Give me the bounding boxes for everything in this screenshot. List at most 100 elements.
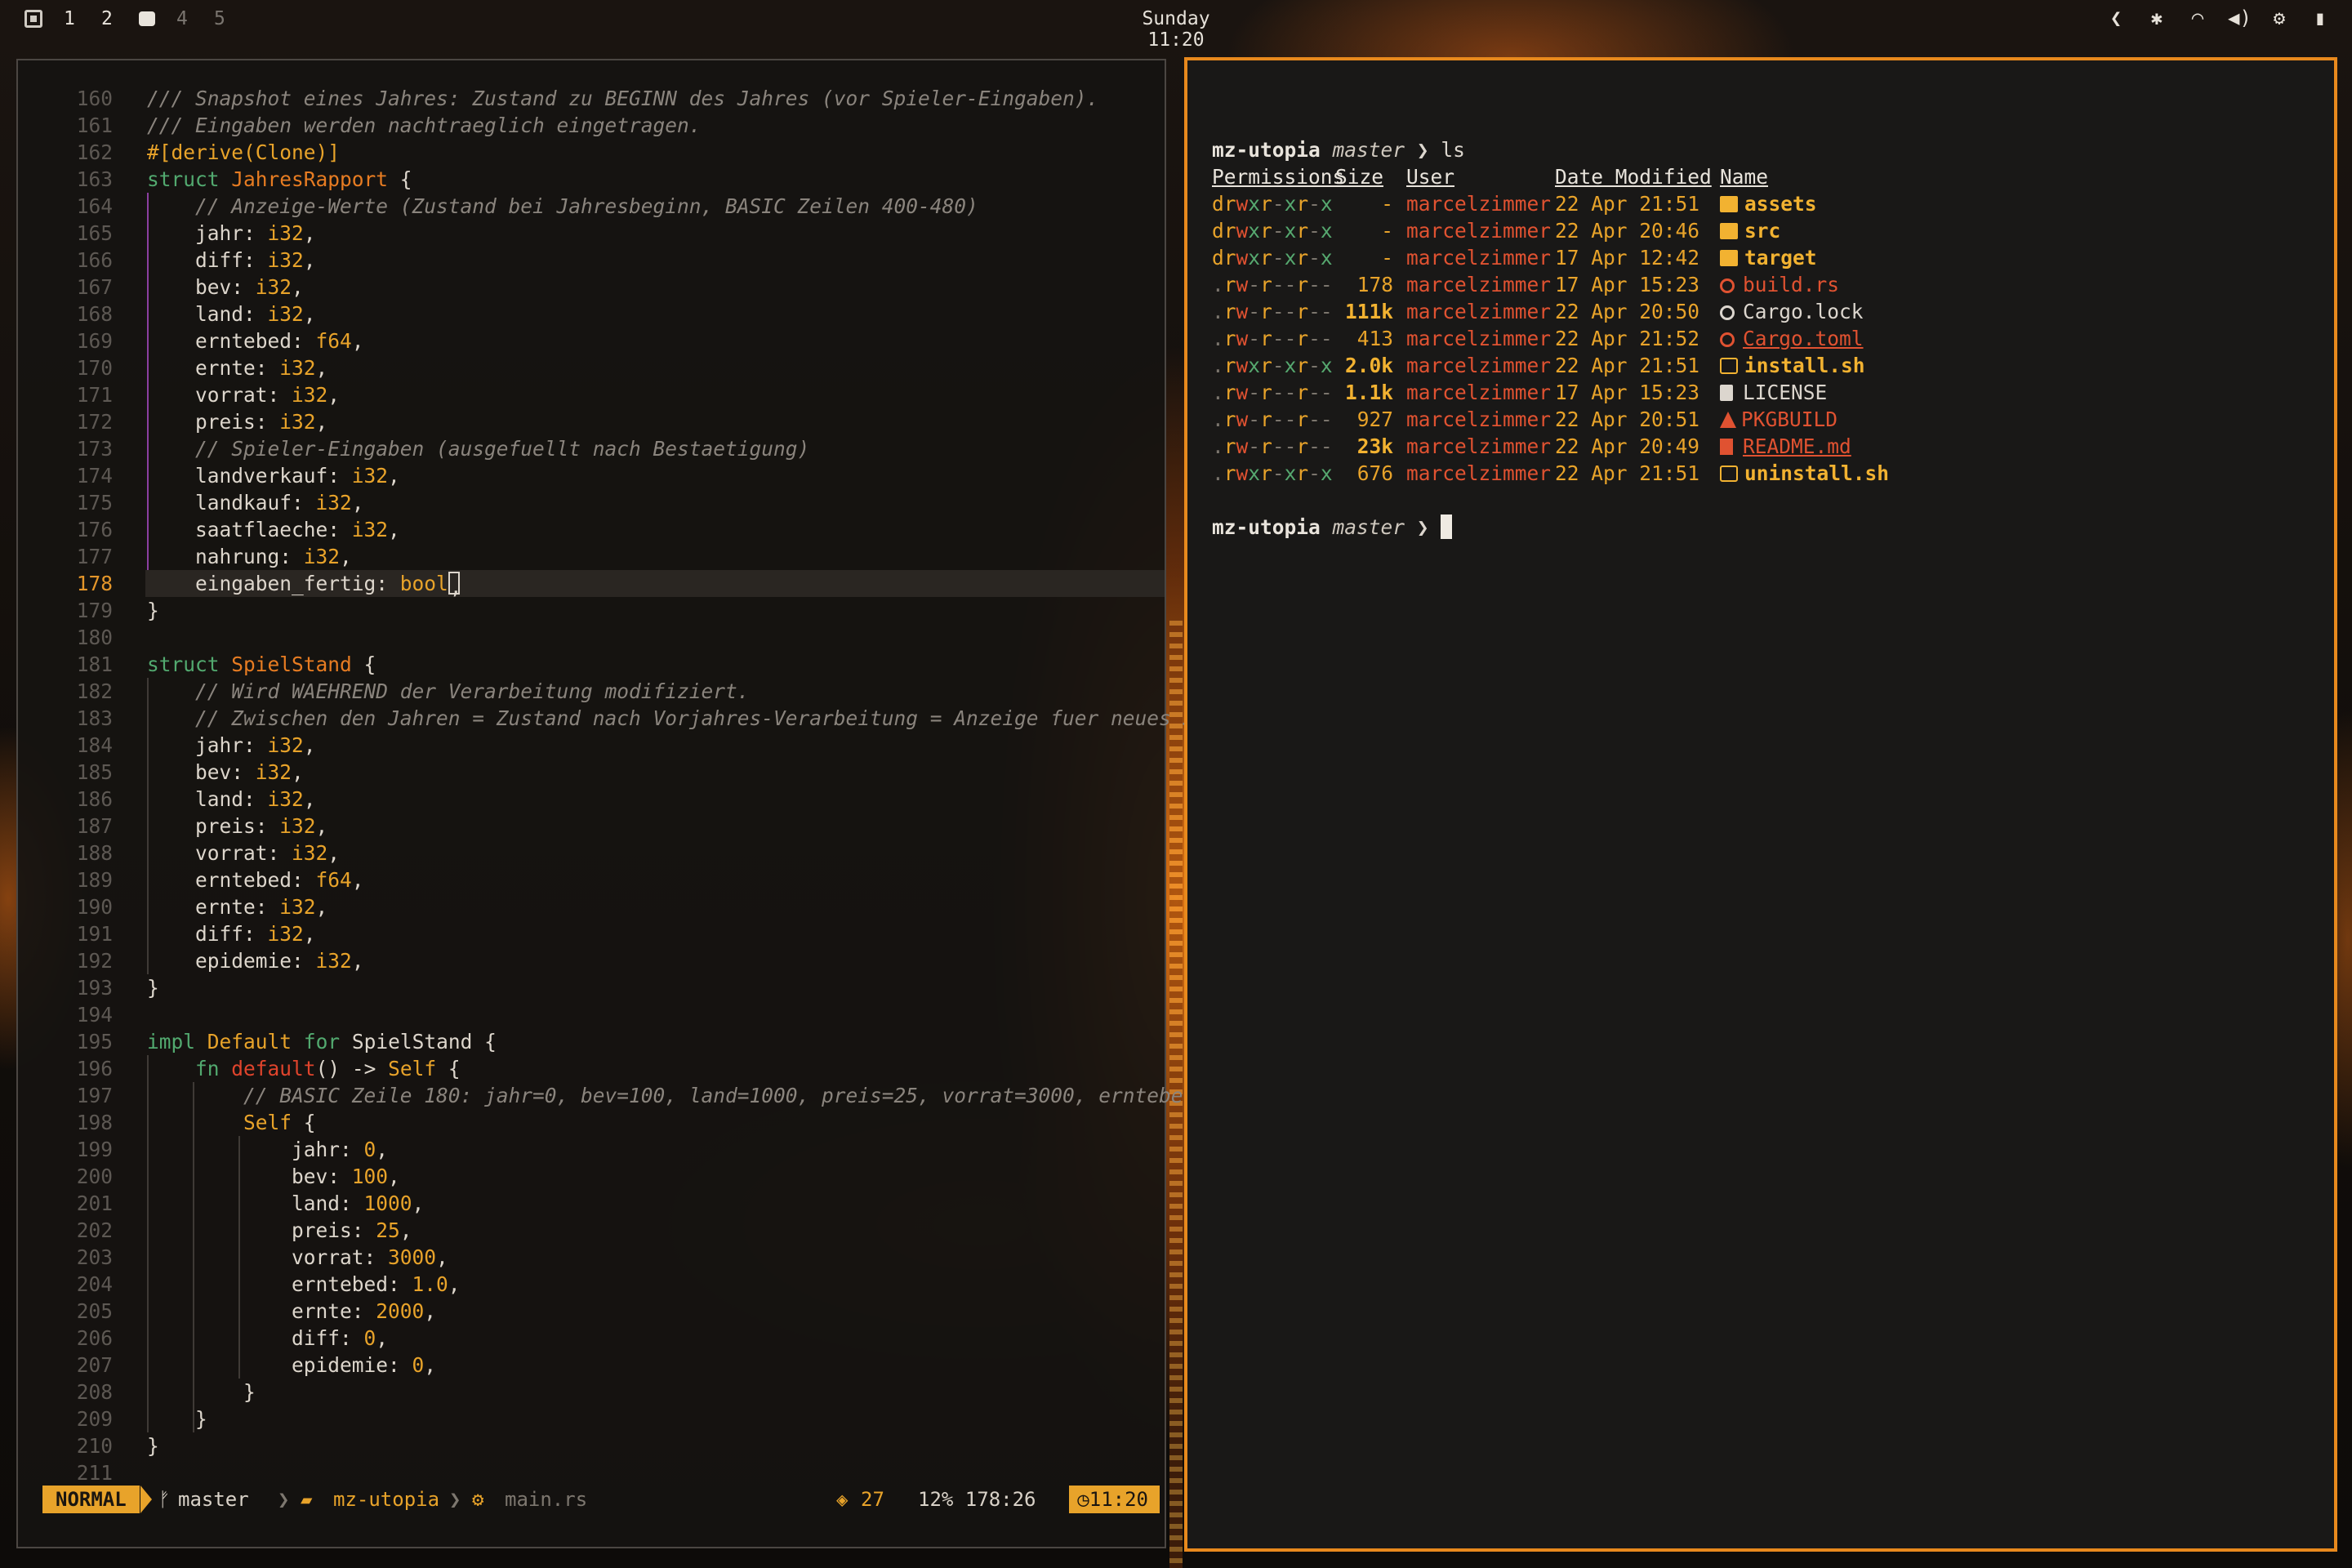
ls-row[interactable]: drwxr-xr-x - marcelzimmer 22 Apr 20:46 src [1212, 217, 1780, 244]
code-text: preis: i32, [147, 814, 328, 838]
ls-row[interactable]: .rw-r--r-- 111k marcelzimmer 22 Apr 20:50 Ca… [1212, 298, 1864, 325]
code-line[interactable]: 210} [18, 1432, 1165, 1459]
code-line[interactable]: 186 land: i32, [18, 786, 1165, 813]
code-line[interactable]: 195 impl Default for SpielStand { [18, 1028, 1165, 1055]
code-line[interactable]: 189 erntebed: f64, [18, 866, 1165, 893]
code-line[interactable]: 201 land: 1000, [18, 1190, 1165, 1217]
code-line[interactable]: 181 struct SpielStand { [18, 651, 1165, 678]
code-line[interactable]: 167 bev: i32, [18, 274, 1165, 301]
code-line[interactable]: 197 // BASIC Zeile 180: jahr=0, bev=100,… [18, 1082, 1195, 1109]
launcher-icon[interactable] [24, 10, 42, 28]
prompt-symbol: ❯ [1416, 515, 1429, 539]
code-line[interactable]: 207 epidemie: 0, [18, 1352, 1165, 1379]
code-line[interactable]: 199 jahr: 0, [18, 1136, 1165, 1163]
code-line[interactable]: 165 jahr: i32, [18, 220, 1165, 247]
ls-row[interactable]: .rwxr-xr-x 676 marcelzimmer 22 Apr 21:51 uni… [1212, 460, 1889, 487]
code-line[interactable]: 175 landkauf: i32, [18, 489, 1165, 516]
wifi-icon[interactable]: ◠ [2187, 7, 2208, 29]
code-line[interactable]: 203 vorrat: 3000, [18, 1244, 1165, 1271]
line-number: 191 [76, 922, 113, 946]
code-line[interactable]: 190 ernte: i32, [18, 893, 1165, 920]
code-line[interactable]: 198 Self { [18, 1109, 1165, 1136]
code-line[interactable]: 184 jahr: i32, [18, 732, 1165, 759]
bluetooth-icon[interactable]: ✱ [2146, 7, 2167, 29]
code-line[interactable]: 194 [18, 1001, 1165, 1028]
code-line[interactable]: 193} [18, 974, 1165, 1001]
code-line[interactable]: 168 land: i32, [18, 301, 1165, 327]
code-line[interactable]: 169 erntebed: f64, [18, 327, 1165, 354]
ls-row[interactable]: drwxr-xr-x - marcelzimmer 22 Apr 21:51 asset… [1212, 190, 1817, 217]
code-line[interactable]: 191 diff: i32, [18, 920, 1165, 947]
code-line[interactable]: 206 diff: 0, [18, 1325, 1165, 1352]
code-text: struct JahresRapport { [147, 167, 412, 191]
code-text: jahr: i32, [147, 733, 316, 757]
code-line[interactable]: 174 landverkauf: i32, [18, 462, 1165, 489]
code-line[interactable]: 162 #[derive(Clone)] [18, 139, 1165, 166]
code-line[interactable]: 179} [18, 597, 1165, 624]
ls-row[interactable]: .rwxr-xr-x 2.0k marcelzimmer 22 Apr 21:51 in… [1212, 352, 1865, 379]
ls-row[interactable]: drwxr-xr-x - marcelzimmer 17 Apr 12:42 targe… [1212, 244, 1817, 271]
code-line[interactable]: 187 preis: i32, [18, 813, 1165, 840]
workspace-2[interactable]: 2 [101, 8, 139, 29]
code-editor[interactable]: 160 /// Snapshot eines Jahres: Zustand zu… [18, 85, 1196, 1486]
ls-row[interactable]: .rw-r--r-- 413 marcelzimmer 22 Apr 21:52 Car… [1212, 325, 1864, 352]
chevron-left-icon[interactable]: ❮ [2105, 7, 2127, 29]
code-text: ernte: 2000, [147, 1299, 437, 1323]
editor-window[interactable]: 160 /// Snapshot eines Jahres: Zustand zu… [16, 59, 1196, 1548]
code-text: fn default() -> Self { [195, 1057, 461, 1080]
code-text: vorrat: i32, [147, 383, 341, 407]
code-text: // Anzeige-Werte (Zustand bei Jahresbegi… [195, 194, 978, 218]
ls-row[interactable]: .rw-r--r-- 1.1k marcelzimmer 17 Apr 15:23 LI… [1212, 379, 1827, 406]
code-line[interactable]: 211 [18, 1459, 1165, 1486]
code-line[interactable]: 172 preis: i32, [18, 408, 1165, 435]
code-line[interactable]: 192 epidemie: i32, [18, 947, 1165, 974]
workspace-4[interactable]: 4 [176, 8, 214, 29]
code-line[interactable]: 166 diff: i32, [18, 247, 1165, 274]
line-number: 202 [76, 1218, 113, 1242]
code-line[interactable]: 173 // Spieler-Eingaben (ausgefuellt nac… [18, 435, 1165, 462]
code-line[interactable]: 177 nahrung: i32, [18, 543, 1165, 570]
code-line[interactable]: 200 bev: 100, [18, 1163, 1165, 1190]
code-text: epidemie: 0, [147, 1353, 437, 1377]
code-line[interactable]: 180 [18, 624, 1165, 651]
terminal-script-icon [1720, 358, 1738, 374]
ls-filename: LICENSE [1743, 381, 1828, 404]
workspace-1[interactable]: 1 [64, 8, 101, 29]
ls-cell-name: PKGBUILD [1720, 406, 1838, 433]
ls-filename: README.md [1743, 434, 1851, 458]
battery-icon[interactable]: ▮ [2310, 7, 2331, 29]
ls-row[interactable]: .rw-r--r-- 178 marcelzimmer 17 Apr 15:23 bui… [1212, 271, 1839, 298]
workspace-5[interactable]: 5 [214, 8, 252, 29]
code-line[interactable]: 160 /// Snapshot eines Jahres: Zustand zu… [18, 85, 1165, 112]
code-line[interactable]: 176 saatflaeche: i32, [18, 516, 1165, 543]
code-line[interactable]: 183 // Zwischen den Jahren = Zustand nac… [18, 705, 1195, 732]
package-icon: ◈ [836, 1488, 849, 1511]
code-line[interactable]: 185 bev: i32, [18, 759, 1165, 786]
code-line[interactable]: 204 erntebed: 1.0, [18, 1271, 1165, 1298]
code-line[interactable]: 164 // Anzeige-Werte (Zustand bei Jahres… [18, 193, 1165, 220]
code-line[interactable]: 163 struct JahresRapport { [18, 166, 1165, 193]
code-line[interactable]: 188 vorrat: i32, [18, 840, 1165, 866]
license-file-icon [1720, 385, 1733, 401]
settings-icon[interactable]: ⚙ [2269, 7, 2290, 29]
code-line[interactable]: 196 fn default() -> Self { [18, 1055, 1165, 1082]
volume-icon[interactable]: ◀) [2228, 7, 2252, 29]
square-dot-icon[interactable] [139, 11, 155, 26]
prompt-command: ls [1441, 138, 1465, 162]
terminal-window[interactable]: mz-utopia master ❯ ls Permissions Size User… [1184, 57, 2337, 1552]
code-line[interactable]: 202 preis: 25, [18, 1217, 1165, 1244]
code-line[interactable]: 209 } [18, 1405, 1165, 1432]
line-number: 172 [76, 410, 113, 434]
topbar-clock[interactable]: Sunday 11:20 [1115, 8, 1237, 51]
code-line[interactable]: 170 ernte: i32, [18, 354, 1165, 381]
code-line[interactable]: 208 } [18, 1379, 1165, 1405]
code-line[interactable]: 161 /// Eingaben werden nachtraeglich ein… [18, 112, 1165, 139]
code-line[interactable]: 171 vorrat: i32, [18, 381, 1165, 408]
code-line[interactable]: 178 eingaben_fertig: bool, [77, 570, 1165, 599]
ls-row[interactable]: .rw-r--r-- 23k marcelzimmer 22 Apr 20:49 REA… [1212, 433, 1851, 460]
line-number: 171 [76, 383, 113, 407]
code-line[interactable]: 182 // Wird WAEHREND der Verarbeitung mo… [18, 678, 1165, 705]
ls-row[interactable]: .rw-r--r-- 927 marcelzimmer 22 Apr 20:51 PKG… [1212, 406, 1838, 433]
terminal-output[interactable]: mz-utopia master ❯ ls Permissions Size User… [1212, 109, 1889, 541]
code-line[interactable]: 205 ernte: 2000, [18, 1298, 1165, 1325]
